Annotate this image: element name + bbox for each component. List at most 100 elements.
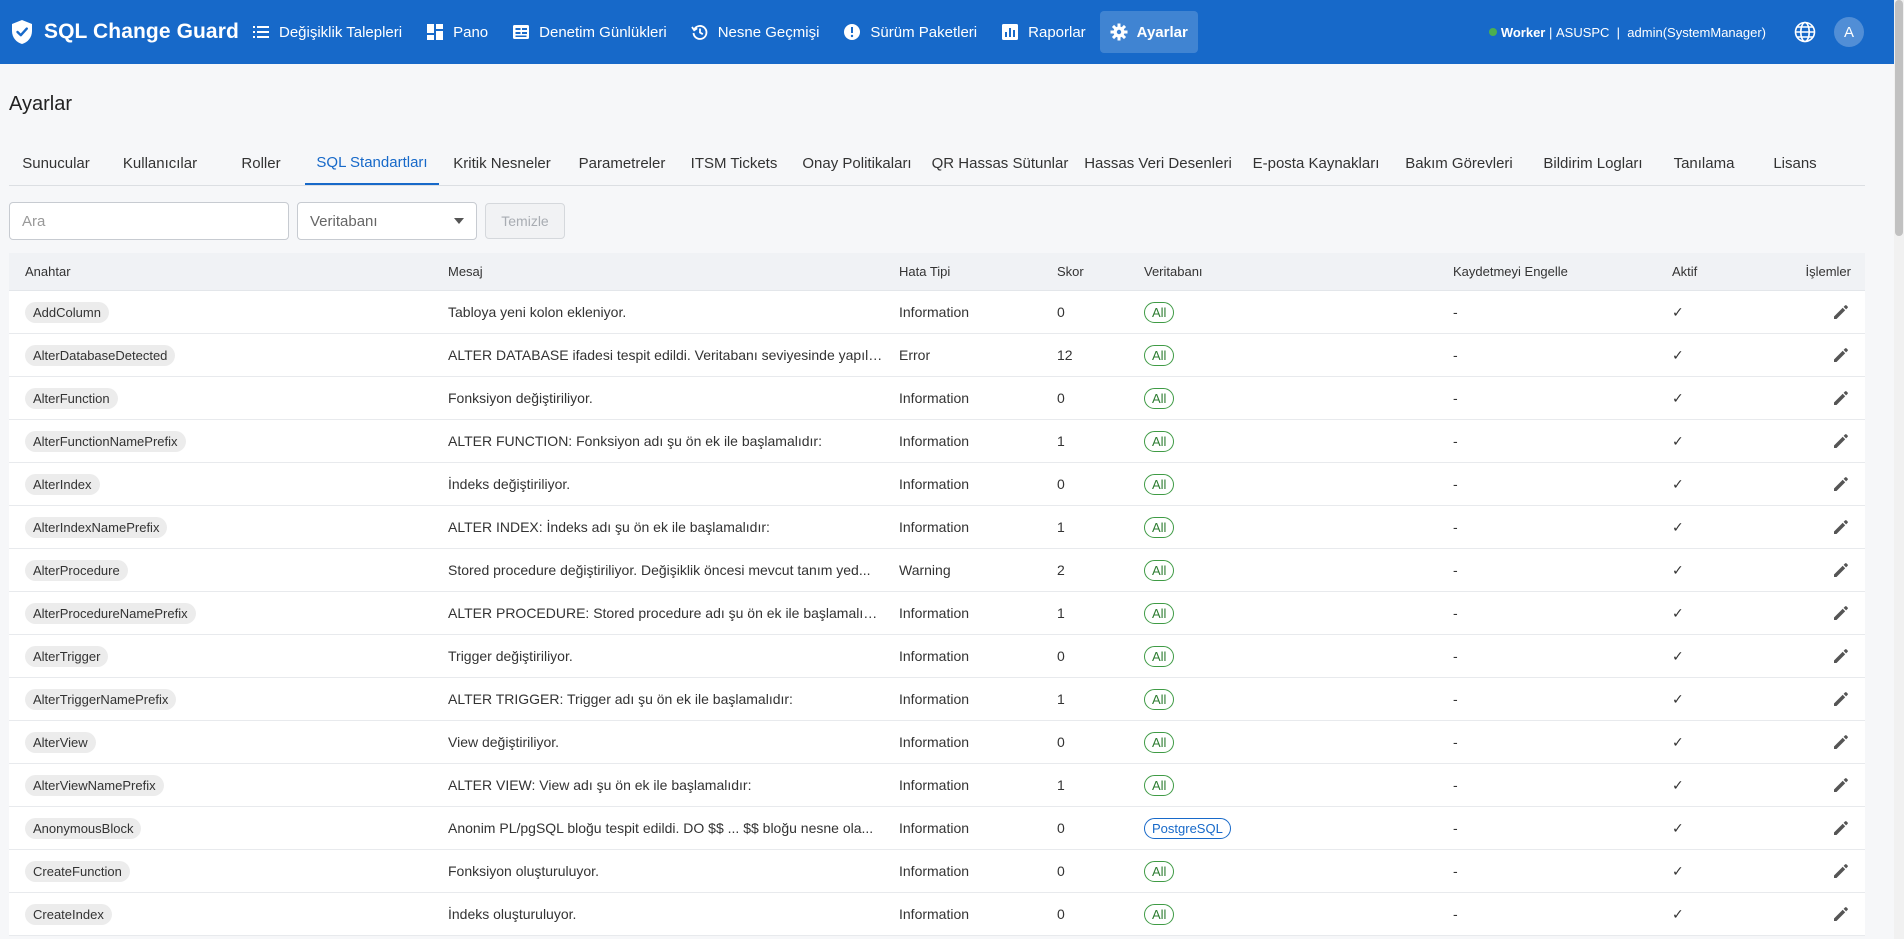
scrollbar-thumb[interactable] bbox=[1895, 0, 1903, 236]
nav-audit-logs[interactable]: Denetim Günlükleri bbox=[502, 11, 677, 53]
table-row[interactable]: AlterViewNamePrefix ALTER VIEW: View adı… bbox=[9, 764, 1865, 807]
table-row[interactable]: AlterView View değiştiriliyor. Informati… bbox=[9, 721, 1865, 764]
tab-maintenance-tasks[interactable]: Bakım Görevleri bbox=[1391, 142, 1527, 185]
globe-icon[interactable] bbox=[1794, 21, 1816, 43]
top-navbar: SQL Change Guard Değişiklik Talepleri Pa… bbox=[0, 0, 1894, 64]
brand[interactable]: SQL Change Guard bbox=[0, 0, 242, 64]
col-key[interactable]: Anahtar bbox=[9, 264, 432, 279]
edit-pencil-icon[interactable] bbox=[1831, 861, 1851, 881]
table-row[interactable]: AddColumn Tabloya yeni kolon ekleniyor. … bbox=[9, 291, 1865, 334]
col-score[interactable]: Skor bbox=[1041, 264, 1128, 279]
error-type-cell: Information bbox=[899, 304, 970, 320]
edit-pencil-icon[interactable] bbox=[1831, 345, 1851, 365]
edit-pencil-icon[interactable] bbox=[1831, 474, 1851, 494]
database-badge: All bbox=[1144, 559, 1175, 581]
tab-sensitive-data-patterns[interactable]: Hassas Veri Desenleri bbox=[1075, 142, 1241, 185]
nav-release-packages[interactable]: Sürüm Paketleri bbox=[833, 11, 987, 53]
table-header: Anahtar Mesaj Hata Tipi Skor Veritabanı … bbox=[9, 253, 1865, 291]
table-row[interactable]: AlterIndex İndeks değiştiriliyor. Inform… bbox=[9, 463, 1865, 506]
table-row[interactable]: AlterDatabaseDetected ALTER DATABASE ifa… bbox=[9, 334, 1865, 377]
key-chip: AlterTriggerNamePrefix bbox=[25, 688, 177, 710]
edit-pencil-icon[interactable] bbox=[1831, 388, 1851, 408]
active-check-icon: ✓ bbox=[1672, 776, 1684, 793]
block-save-cell: - bbox=[1453, 304, 1458, 320]
search-input[interactable] bbox=[9, 202, 289, 240]
edit-pencil-icon[interactable] bbox=[1831, 431, 1851, 451]
tab-notification-logs[interactable]: Bildirim Logları bbox=[1527, 142, 1659, 185]
scrollbar[interactable] bbox=[1894, 0, 1904, 939]
error-type-cell: Information bbox=[899, 691, 970, 707]
avatar[interactable]: A bbox=[1834, 17, 1864, 47]
edit-pencil-icon[interactable] bbox=[1831, 904, 1851, 924]
table-row[interactable]: CreateFunction Fonksiyon oluşturuluyor. … bbox=[9, 850, 1865, 893]
edit-pencil-icon[interactable] bbox=[1831, 302, 1851, 322]
score-cell: 1 bbox=[1057, 691, 1065, 707]
nav-label: Değişiklik Talepleri bbox=[279, 23, 403, 41]
tab-itsm-tickets[interactable]: ITSM Tickets bbox=[679, 142, 789, 185]
tab-sql-standards[interactable]: SQL Standartları bbox=[305, 142, 439, 185]
bar-chart-icon bbox=[1002, 24, 1019, 40]
tab-servers[interactable]: Sunucular bbox=[9, 142, 103, 185]
col-message[interactable]: Mesaj bbox=[432, 264, 883, 279]
tab-license[interactable]: Lisans bbox=[1749, 142, 1841, 185]
col-error-type[interactable]: Hata Tipi bbox=[883, 264, 1041, 279]
block-save-cell: - bbox=[1453, 519, 1458, 535]
col-block-save[interactable]: Kaydetmeyi Engelle bbox=[1437, 264, 1656, 279]
table-row[interactable]: AlterTrigger Trigger değiştiriliyor. Inf… bbox=[9, 635, 1865, 678]
tab-parameters[interactable]: Parametreler bbox=[565, 142, 679, 185]
score-cell: 0 bbox=[1057, 304, 1065, 320]
table-row[interactable]: AnonymousBlock Anonim PL/pgSQL bloğu tes… bbox=[9, 807, 1865, 850]
nav-object-history[interactable]: Nesne Geçmişi bbox=[681, 11, 830, 53]
database-badge: All bbox=[1144, 688, 1175, 710]
message-cell: Tabloya yeni kolon ekleniyor. bbox=[448, 304, 627, 320]
table-row[interactable]: AlterFunction Fonksiyon değiştiriliyor. … bbox=[9, 377, 1865, 420]
active-check-icon: ✓ bbox=[1672, 733, 1684, 750]
key-chip: AlterProcedureNamePrefix bbox=[25, 602, 196, 624]
gear-icon bbox=[1110, 23, 1128, 41]
edit-pencil-icon[interactable] bbox=[1831, 689, 1851, 709]
nav-dashboard[interactable]: Pano bbox=[416, 11, 498, 53]
error-type-cell: Information bbox=[899, 476, 970, 492]
clear-button[interactable]: Temizle bbox=[485, 203, 565, 239]
active-check-icon: ✓ bbox=[1672, 303, 1684, 320]
error-type-cell: Information bbox=[899, 863, 970, 879]
edit-pencil-icon[interactable] bbox=[1831, 732, 1851, 752]
error-type-cell: Information bbox=[899, 648, 970, 664]
edit-pencil-icon[interactable] bbox=[1831, 646, 1851, 666]
nav-reports[interactable]: Raporlar bbox=[991, 11, 1096, 53]
database-badge: All bbox=[1144, 473, 1175, 495]
message-cell: Trigger değiştiriliyor. bbox=[448, 648, 573, 664]
table-row[interactable]: AlterIndexNamePrefix ALTER INDEX: İndeks… bbox=[9, 506, 1865, 549]
table-row[interactable]: CreateIndex İndeks oluşturuluyor. Inform… bbox=[9, 893, 1865, 936]
score-cell: 0 bbox=[1057, 906, 1065, 922]
table-row[interactable]: AlterProcedure Stored procedure değiştir… bbox=[9, 549, 1865, 592]
col-active[interactable]: Aktif bbox=[1656, 264, 1781, 279]
tab-roles[interactable]: Roller bbox=[217, 142, 305, 185]
database-select[interactable]: Veritabanı bbox=[297, 202, 477, 240]
tab-users[interactable]: Kullanıcılar bbox=[103, 142, 217, 185]
key-chip: AlterDatabaseDetected bbox=[25, 344, 176, 366]
edit-pencil-icon[interactable] bbox=[1831, 603, 1851, 623]
nav-change-requests[interactable]: Değişiklik Talepleri bbox=[242, 11, 412, 53]
message-cell: View değiştiriliyor. bbox=[448, 734, 560, 750]
error-type-cell: Information bbox=[899, 906, 970, 922]
table-row[interactable]: AlterProcedureNamePrefix ALTER PROCEDURE… bbox=[9, 592, 1865, 635]
table-row[interactable]: AlterFunctionNamePrefix ALTER FUNCTION: … bbox=[9, 420, 1865, 463]
edit-pencil-icon[interactable] bbox=[1831, 517, 1851, 537]
score-cell: 1 bbox=[1057, 519, 1065, 535]
edit-pencil-icon[interactable] bbox=[1831, 775, 1851, 795]
key-chip: AlterIndexNamePrefix bbox=[25, 516, 168, 538]
message-cell: Stored procedure değiştiriliyor. Değişik… bbox=[448, 562, 871, 578]
col-database[interactable]: Veritabanı bbox=[1128, 264, 1437, 279]
edit-pencil-icon[interactable] bbox=[1831, 818, 1851, 838]
tab-email-sources[interactable]: E-posta Kaynakları bbox=[1241, 142, 1391, 185]
tab-diagnostics[interactable]: Tanılama bbox=[1659, 142, 1749, 185]
tab-critical-objects[interactable]: Kritik Nesneler bbox=[439, 142, 565, 185]
tab-approval-policies[interactable]: Onay Politikaları bbox=[789, 142, 925, 185]
table-row[interactable]: AlterTriggerNamePrefix ALTER TRIGGER: Tr… bbox=[9, 678, 1865, 721]
main-nav: Değişiklik Talepleri Pano Denetim Günlük… bbox=[242, 0, 1198, 64]
nav-settings[interactable]: Ayarlar bbox=[1099, 11, 1198, 53]
tab-qr-sensitive-columns[interactable]: QR Hassas Sütunlar bbox=[925, 142, 1075, 185]
status-dot-icon bbox=[1488, 28, 1497, 36]
edit-pencil-icon[interactable] bbox=[1831, 560, 1851, 580]
